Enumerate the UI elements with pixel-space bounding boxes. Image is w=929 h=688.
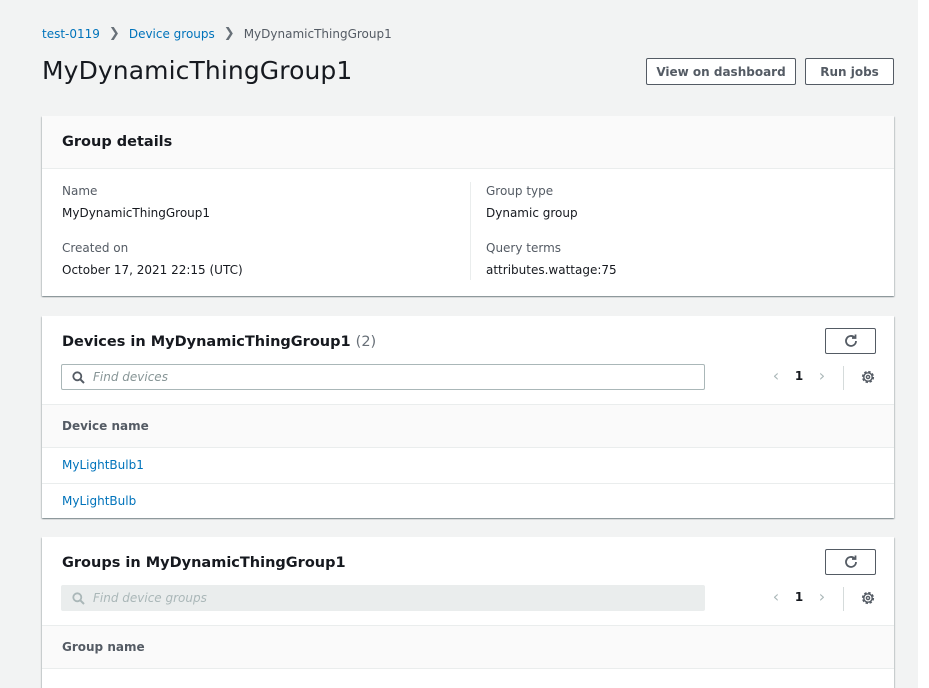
breadcrumb: test-0119 ❯ Device groups ❯ MyDynamicThi… [42, 26, 392, 41]
group-type-label: Group type [486, 184, 554, 198]
device-link[interactable]: MyLightBulb1 [62, 458, 144, 472]
query-terms-value: attributes.wattage:75 [486, 263, 617, 277]
run-jobs-button[interactable]: Run jobs [805, 58, 894, 85]
group-type-value: Dynamic group [486, 206, 578, 220]
devices-title-text: Devices in MyDynamicThingGroup1 [62, 334, 351, 350]
device-link[interactable]: MyLightBulb [62, 494, 136, 508]
devices-title: Devices in MyDynamicThingGroup1 (2) [62, 334, 376, 350]
page-title: MyDynamicThingGroup1 [42, 56, 353, 85]
table-row: MyLightBulb [42, 484, 894, 520]
search-icon [72, 591, 85, 605]
table-row: MyLightBulb1 [42, 448, 894, 484]
devices-table-card: Devices in MyDynamicThingGroup1 (2) Find… [42, 316, 894, 518]
chevron-right-icon: ❯ [108, 26, 120, 41]
devices-page-number[interactable]: 1 [788, 369, 810, 383]
chevron-left-icon[interactable]: ‹ [764, 587, 788, 606]
chevron-right-icon[interactable]: › [810, 587, 834, 606]
chevron-right-icon: ❯ [223, 26, 235, 41]
chevron-right-icon[interactable]: › [810, 366, 834, 385]
gear-icon[interactable] [859, 368, 877, 386]
created-label: Created on [62, 241, 129, 255]
find-devices-placeholder: Find devices [93, 370, 168, 384]
groups-pagination: ‹ 1 › [764, 587, 834, 606]
breadcrumb-thing-link[interactable]: test-0119 [42, 27, 100, 41]
group-type-field: Group type Dynamic group [486, 184, 578, 220]
devices-pagination: ‹ 1 › [764, 366, 834, 385]
devices-refresh-button[interactable] [825, 328, 876, 354]
find-device-groups-placeholder: Find device groups [93, 591, 207, 605]
name-field: Name MyDynamicThingGroup1 [62, 184, 210, 220]
created-value: October 17, 2021 22:15 (UTC) [62, 263, 243, 277]
group-details-card: Group details Name MyDynamicThingGroup1 … [42, 116, 894, 296]
column-divider [470, 182, 471, 280]
group-name-column-header[interactable]: Group name [42, 625, 894, 669]
query-terms-label: Query terms [486, 241, 562, 255]
refresh-icon [844, 555, 857, 568]
gear-icon[interactable] [859, 589, 877, 607]
groups-page-number[interactable]: 1 [788, 590, 810, 604]
query-terms-field: Query terms attributes.wattage:75 [486, 241, 617, 277]
groups-title: Groups in MyDynamicThingGroup1 [62, 555, 346, 571]
group-details-title: Group details [62, 134, 173, 150]
pagination-divider [843, 587, 844, 611]
name-label: Name [62, 184, 98, 198]
device-name-column-header[interactable]: Device name [42, 404, 894, 448]
pagination-divider [843, 366, 844, 390]
group-details-header: Group details [42, 116, 894, 169]
window-edge [918, 0, 929, 688]
find-device-groups-input[interactable]: Find device groups [61, 585, 705, 611]
breadcrumb-current: MyDynamicThingGroup1 [243, 26, 392, 41]
breadcrumb-device-groups-link[interactable]: Device groups [129, 27, 215, 41]
groups-table-header: Groups in MyDynamicThingGroup1 Find devi… [42, 537, 894, 625]
devices-count: (2) [355, 334, 377, 350]
refresh-icon [844, 334, 857, 347]
name-value: MyDynamicThingGroup1 [62, 206, 211, 220]
chevron-left-icon[interactable]: ‹ [764, 366, 788, 385]
groups-refresh-button[interactable] [825, 549, 876, 575]
search-icon [72, 370, 85, 384]
view-on-dashboard-button[interactable]: View on dashboard [646, 58, 796, 85]
groups-table-card: Groups in MyDynamicThingGroup1 Find devi… [42, 537, 894, 688]
find-devices-input[interactable]: Find devices [61, 364, 705, 390]
devices-table-header: Devices in MyDynamicThingGroup1 (2) Find… [42, 316, 894, 404]
created-field: Created on October 17, 2021 22:15 (UTC) [62, 241, 243, 277]
